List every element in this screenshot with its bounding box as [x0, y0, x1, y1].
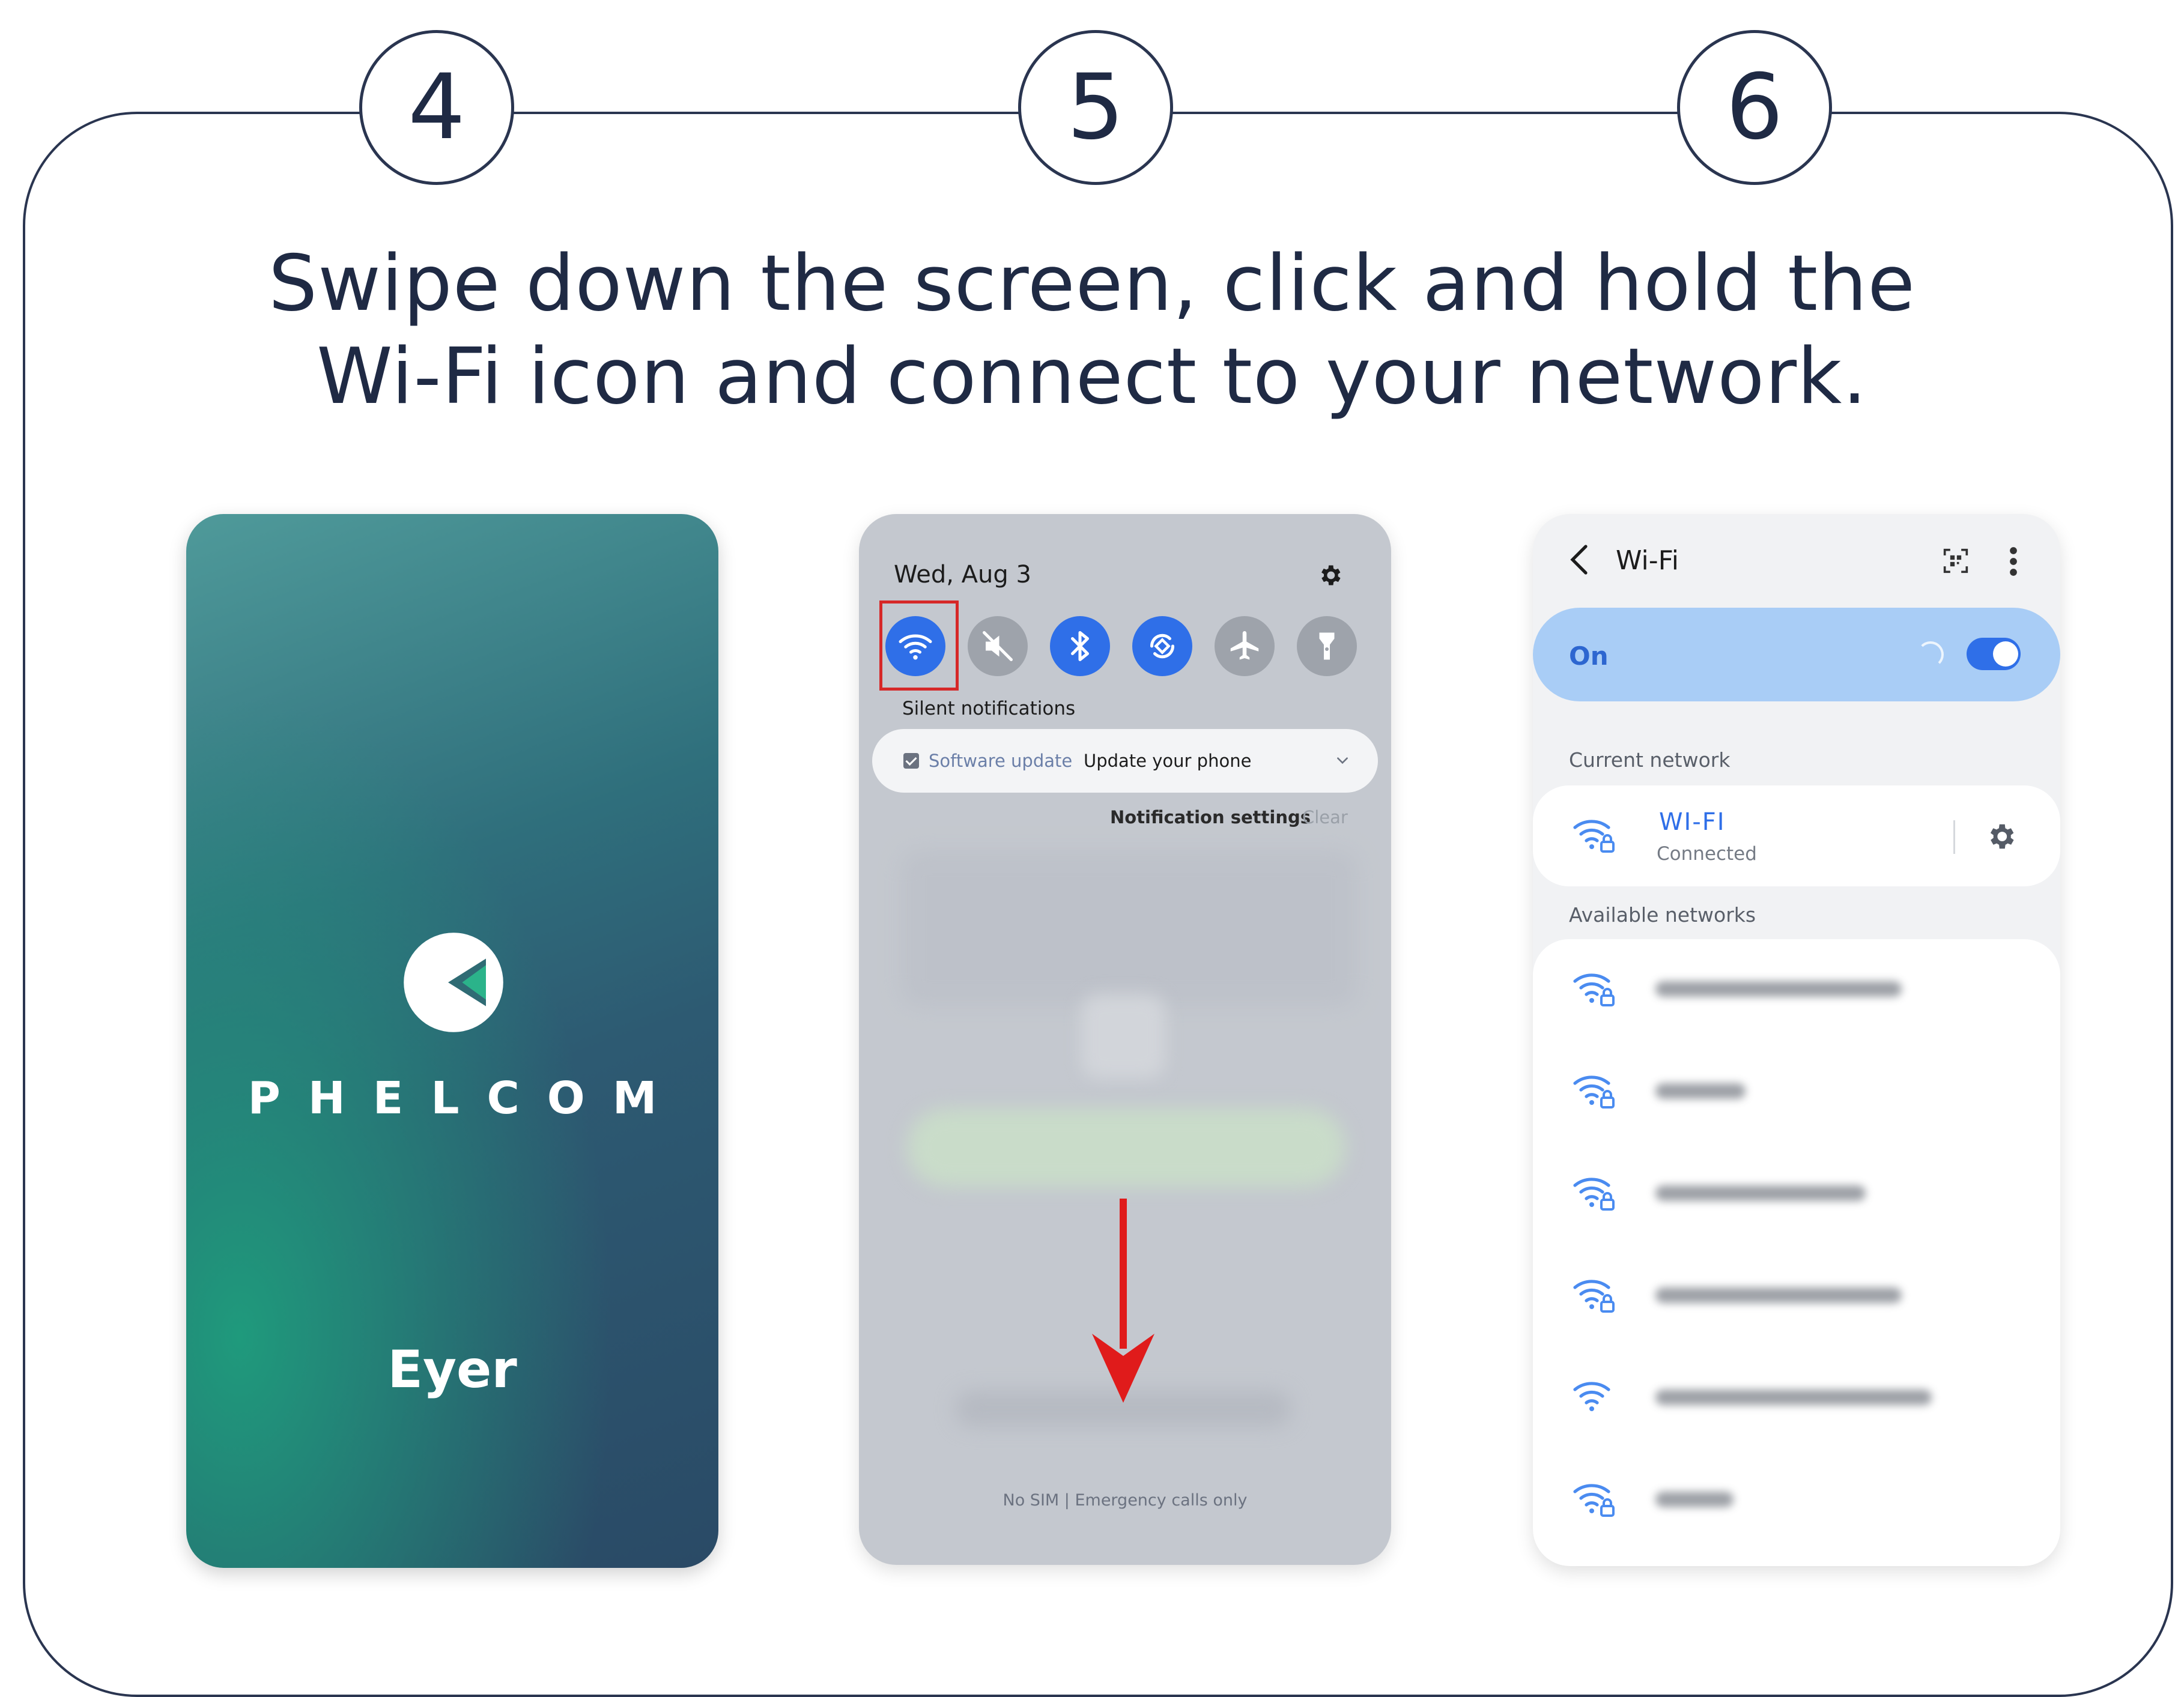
step-5-badge: 5: [1018, 30, 1173, 185]
blurred-network-name: [1655, 1492, 1734, 1507]
screen-title: Wi-Fi: [1616, 545, 1679, 576]
current-network-name: WI-FI: [1659, 808, 1726, 836]
brand-wordmark: PHELCOM: [247, 1072, 685, 1124]
blurred-network-name: [1655, 1287, 1902, 1303]
current-network-item[interactable]: WI-FI Connected: [1533, 785, 2060, 886]
phone-splash-screen: PHELCOM Eyer: [186, 514, 718, 1568]
wifi-locked-icon: [1573, 820, 1615, 853]
wifi-locked-icon: [1573, 1178, 1615, 1211]
flashlight-icon: [1319, 632, 1335, 660]
headline-line-2: Wi-Fi icon and connect to your network.: [317, 332, 1867, 422]
bluetooth-icon: [1071, 631, 1089, 661]
blurred-network-name: [1655, 1390, 1932, 1405]
mute-toggle[interactable]: [968, 616, 1028, 676]
current-network-status: Connected: [1657, 843, 1757, 865]
chevron-down-icon[interactable]: [1335, 753, 1350, 769]
airplane-toggle[interactable]: [1215, 616, 1275, 676]
date-label: Wed, Aug 3: [894, 561, 1031, 588]
wifi-highlight-box: [879, 600, 959, 691]
phelcom-logo-icon: [404, 933, 503, 1032]
step-4-badge: 4: [359, 30, 514, 185]
wifi-icon: [1573, 1382, 1610, 1411]
back-arrow-icon[interactable]: [1568, 543, 1592, 576]
instruction-headline: Swipe down the screen, click and hold th…: [0, 237, 2184, 423]
notification-settings-button[interactable]: Notification settings: [1110, 807, 1311, 827]
wifi-master-switch[interactable]: On: [1533, 608, 2060, 701]
available-networks-list: [1533, 939, 2060, 1566]
network-list-item[interactable]: [1533, 1267, 2060, 1327]
current-network-label: Current network: [1569, 748, 1731, 772]
scanning-spinner-icon: [1917, 641, 1944, 668]
network-list-item[interactable]: [1533, 1369, 2060, 1429]
notification-source: Software update: [929, 751, 1073, 771]
wifi-toggle-switch[interactable]: [1967, 638, 2021, 670]
available-networks-label: Available networks: [1569, 903, 1756, 927]
blurred-network-name: [1655, 1083, 1746, 1099]
settings-gear-icon[interactable]: [1317, 562, 1343, 588]
update-checkbox-icon: [903, 753, 919, 769]
toggle-knob: [1993, 641, 2018, 667]
more-options-icon[interactable]: [2007, 545, 2019, 578]
app-name: Eyer: [387, 1340, 517, 1400]
wifi-locked-icon: [1573, 1484, 1615, 1517]
wifi-locked-icon: [1573, 1280, 1615, 1313]
blurred-content: [1081, 994, 1165, 1078]
flashlight-toggle[interactable]: [1297, 616, 1357, 676]
sim-status: No SIM | Emergency calls only: [1003, 1491, 1248, 1510]
qr-scan-icon[interactable]: [1943, 548, 1969, 574]
headline-line-1: Swipe down the screen, click and hold th…: [268, 239, 1916, 328]
blurred-network-name: [1655, 981, 1902, 997]
clear-button[interactable]: Clear: [1302, 807, 1348, 827]
wifi-locked-icon: [1573, 1075, 1615, 1109]
phone-wifi-settings: Wi-Fi On Current network WI-FI Connected: [1533, 514, 2060, 1566]
divider: [1953, 820, 1955, 854]
wifi-locked-icon: [1573, 973, 1615, 1006]
airplane-icon: [1230, 631, 1259, 660]
network-list-item[interactable]: [1533, 1471, 2060, 1531]
software-update-notification[interactable]: Software update Update your phone: [872, 729, 1378, 793]
notification-message: Update your phone: [1084, 751, 1252, 771]
bluetooth-toggle[interactable]: [1050, 616, 1110, 676]
network-list-item[interactable]: [1533, 1165, 2060, 1225]
step-6-badge: 6: [1677, 30, 1832, 185]
blurred-content: [907, 1109, 1345, 1187]
silent-notifications-label: Silent notifications: [902, 698, 1076, 719]
blurred-network-name: [1655, 1185, 1866, 1201]
auto-rotate-toggle[interactable]: [1132, 616, 1192, 676]
wifi-on-label: On: [1569, 641, 1609, 671]
network-list-item[interactable]: [1533, 961, 2060, 1021]
auto-rotate-icon: [1150, 634, 1175, 659]
phone-quick-settings: Wed, Aug 3 Silent notifications Software…: [859, 514, 1391, 1565]
network-settings-gear-icon[interactable]: [1985, 820, 2017, 853]
mute-icon: [983, 631, 1013, 661]
network-list-item[interactable]: [1533, 1063, 2060, 1123]
blurred-content: [901, 850, 1357, 1006]
swipe-down-arrow-icon: [1092, 1199, 1154, 1403]
